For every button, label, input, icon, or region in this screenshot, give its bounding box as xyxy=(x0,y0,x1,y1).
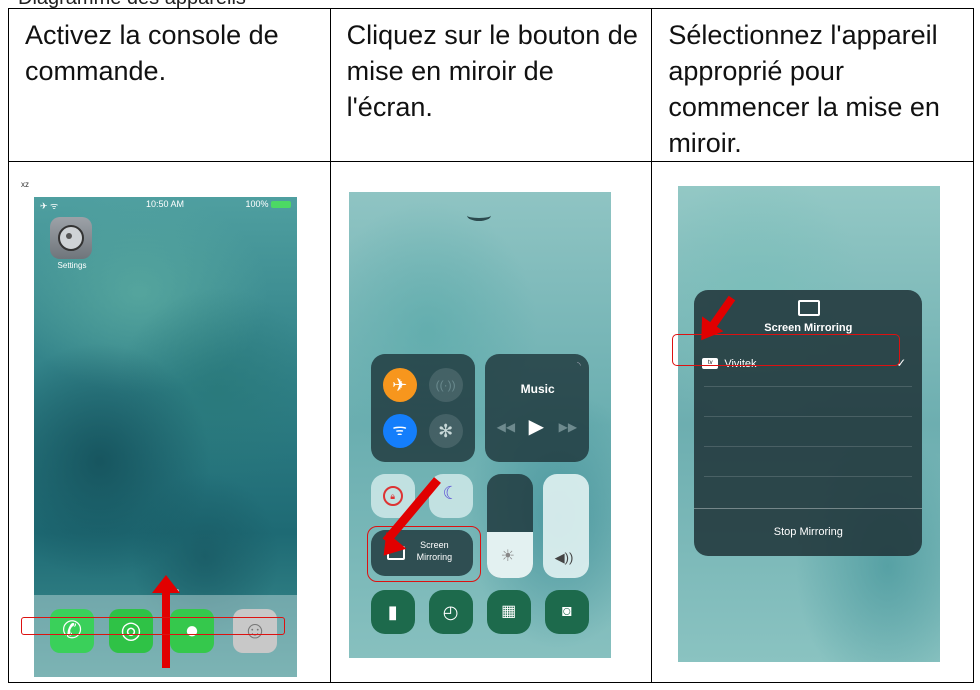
corner-label: xz xyxy=(21,180,29,189)
instruction-table: Activez la console de commande. Cliquez … xyxy=(8,8,974,683)
flashlight-icon: ▮ xyxy=(387,602,398,622)
status-time: 10:50 AM xyxy=(146,199,185,209)
wifi-icon[interactable]: ᯤ xyxy=(382,414,417,448)
calculator-icon: ▦ xyxy=(501,603,517,620)
divider xyxy=(694,508,923,509)
airplay-audio-icon[interactable]: ◝ xyxy=(577,360,581,371)
step-1-text: Activez la console de commande. xyxy=(25,20,279,86)
swipe-area-highlight xyxy=(21,617,285,635)
screen-mirroring-icon xyxy=(798,300,821,316)
volume-slider[interactable]: ◀)) xyxy=(542,474,589,578)
calculator-button[interactable]: ▦ xyxy=(486,590,531,634)
battery-icon xyxy=(271,201,291,209)
image-cell-3: Screen Mirroring tv Vivitek ✓ Stop Mirro… xyxy=(651,161,974,683)
chevron-down-icon xyxy=(466,210,491,221)
timer-icon: ◴ xyxy=(442,602,459,622)
screen-mirroring-screenshot: Screen Mirroring tv Vivitek ✓ Stop Mirro… xyxy=(678,186,941,662)
settings-app-icon[interactable] xyxy=(50,217,92,259)
bluetooth-icon[interactable]: ✻ xyxy=(428,414,463,448)
play-icon[interactable]: ▶ xyxy=(529,414,544,439)
header-cell-3: Sélectionnez l'appareil approprié pour c… xyxy=(651,8,974,162)
flashlight-button[interactable]: ▮ xyxy=(370,590,415,634)
music-tile[interactable]: Music ◝ ◀◀ ▶ ▶▶ xyxy=(484,354,589,462)
control-centre-screenshot: ✈ ((·)) ᯤ ✻ Music ◝ ◀◀ ▶ ▶▶ 🔒︎ ☾ Screen … xyxy=(348,192,611,658)
next-track-icon[interactable]: ▶▶ xyxy=(559,420,577,434)
image-cell-2: ✈ ((·)) ᯤ ✻ Music ◝ ◀◀ ▶ ▶▶ 🔒︎ ☾ Screen … xyxy=(329,161,653,683)
music-label: Music xyxy=(520,382,555,396)
battery-status: 100% xyxy=(245,199,291,209)
gear-icon xyxy=(58,225,84,251)
moon-icon: ☾ xyxy=(442,483,459,503)
speaker-icon: ◀)) xyxy=(554,550,574,565)
cellular-data-icon[interactable]: ((·)) xyxy=(428,368,463,402)
sun-icon: ☀ xyxy=(500,548,515,565)
status-bar: ✈ ᯤ 10:50 AM 100% xyxy=(34,197,297,213)
brightness-slider[interactable]: ☀ xyxy=(486,474,533,578)
airplane-mode-icon[interactable]: ✈ xyxy=(382,368,417,402)
battery-percent: 100% xyxy=(245,199,269,209)
previous-track-icon[interactable]: ◀◀ xyxy=(497,420,515,434)
airplane-wifi-icon: ✈ ᯤ xyxy=(40,201,59,211)
header-cell-1: Activez la console de commande. xyxy=(8,8,331,162)
camera-icon: ◙ xyxy=(561,603,572,620)
header-cell-2: Cliquez sur le bouton de mise en miroir … xyxy=(329,8,653,162)
image-cell-1: xz ✈ ᯤ 10:50 AM 100% Settings ✆ ◎ ● ☺ xyxy=(8,161,331,683)
screen-mirroring-panel: Screen Mirroring tv Vivitek ✓ Stop Mirro… xyxy=(694,290,923,556)
step-2-text: Cliquez sur le bouton de mise en miroir … xyxy=(346,20,638,122)
rotation-lock-icon: 🔒︎ xyxy=(382,486,403,506)
stop-mirroring-button[interactable]: Stop Mirroring xyxy=(694,526,922,538)
connectivity-tile: ✈ ((·)) ᯤ ✻ xyxy=(370,354,475,462)
settings-app-label: Settings xyxy=(57,261,87,270)
timer-button[interactable]: ◴ xyxy=(428,590,473,634)
panel-title: Screen Mirroring xyxy=(764,322,853,334)
camera-button[interactable]: ◙ xyxy=(544,590,589,634)
step-3-text: Sélectionnez l'appareil approprié pour c… xyxy=(668,20,940,158)
